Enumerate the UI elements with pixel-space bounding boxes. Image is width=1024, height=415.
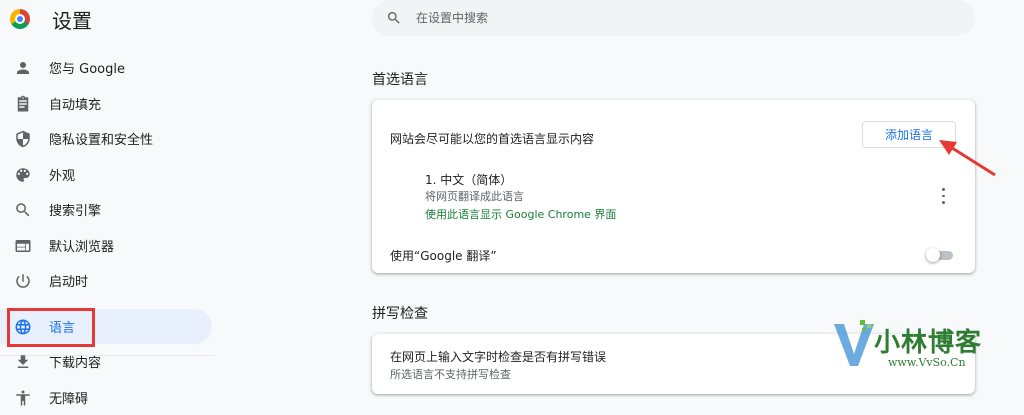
dot (942, 188, 945, 191)
languages-section-title: 首选语言 (372, 69, 428, 89)
watermark: 小林博客 www.VvSo.Cn (830, 318, 1020, 378)
watermark-url: www.VvSo.Cn (888, 356, 966, 369)
annotation-arrow-icon (935, 135, 1005, 180)
power-icon (14, 272, 32, 290)
download-icon (14, 353, 32, 371)
shield-icon (14, 130, 32, 148)
search-icon (386, 10, 402, 26)
languages-card: 网站会尽可能以您的首选语言显示内容 添加语言 1. 中文（简体） 将网页翻译成此… (372, 100, 975, 273)
sidebar-item-search-engine[interactable]: 搜索引擎 (0, 192, 215, 228)
search-input[interactable] (414, 10, 918, 26)
translate-toggle[interactable] (926, 248, 954, 262)
spellcheck-section-title: 拼写检查 (372, 303, 428, 323)
sidebar-item-autofill[interactable]: 自动填充 (0, 86, 215, 122)
browser-icon (14, 237, 32, 255)
sidebar-item-label: 隐私设置和安全性 (49, 129, 153, 148)
sidebar-item-privacy[interactable]: 隐私设置和安全性 (0, 121, 215, 157)
sidebar-item-label: 启动时 (49, 271, 88, 290)
language-entry-subtitle: 将网页翻译成此语言 (425, 188, 524, 204)
clipboard-icon (14, 95, 32, 113)
sidebar-item-appearance[interactable]: 外观 (0, 157, 215, 193)
watermark-text: 小林博客 (874, 322, 982, 359)
search-icon (14, 201, 32, 219)
page-title: 设置 (52, 5, 92, 34)
language-entry-name: 1. 中文（简体） (425, 171, 512, 188)
more-actions-icon[interactable] (938, 186, 948, 206)
sidebar-item-accessibility[interactable]: 无障碍 (0, 380, 215, 415)
sidebar-item-label: 搜索引擎 (49, 200, 101, 219)
accessibility-icon (14, 389, 32, 407)
dot (942, 201, 945, 204)
search-bar[interactable] (372, 0, 975, 36)
sidebar-item-label: 外观 (49, 165, 75, 184)
watermark-logo-icon (830, 318, 878, 368)
dot (942, 195, 945, 198)
palette-icon (14, 166, 32, 184)
chrome-logo-icon (10, 9, 30, 29)
toggle-knob (926, 248, 940, 262)
spellcheck-subtitle: 所选语言不支持拼写检查 (390, 366, 511, 382)
highlight-box (7, 308, 95, 347)
translate-label: 使用“Google 翻译” (390, 247, 497, 264)
sidebar-item-label: 自动填充 (49, 94, 101, 113)
languages-description: 网站会尽可能以您的首选语言显示内容 (390, 130, 594, 147)
sidebar-item-label: 默认浏览器 (49, 236, 114, 255)
sidebar-item-label: 您与 Google (49, 58, 125, 77)
spellcheck-title: 在网页上输入文字时检查是否有拼写错误 (390, 348, 606, 365)
sidebar-nav: 您与 Google 自动填充 隐私设置和安全性 外观 搜索引擎 默认浏览器 启动… (0, 50, 215, 415)
sidebar-item-on-startup[interactable]: 启动时 (0, 263, 215, 299)
person-icon (14, 59, 32, 77)
sidebar-item-default-browser[interactable]: 默认浏览器 (0, 228, 215, 264)
sidebar-item-downloads[interactable]: 下载内容 (0, 344, 215, 380)
sidebar-item-label: 无障碍 (49, 388, 88, 407)
brand: 设置 (10, 6, 92, 32)
language-entry-ui-note: 使用此语言显示 Google Chrome 界面 (425, 206, 616, 222)
sidebar-item-you-and-google[interactable]: 您与 Google (0, 50, 215, 86)
sidebar-item-label: 下载内容 (49, 352, 101, 371)
